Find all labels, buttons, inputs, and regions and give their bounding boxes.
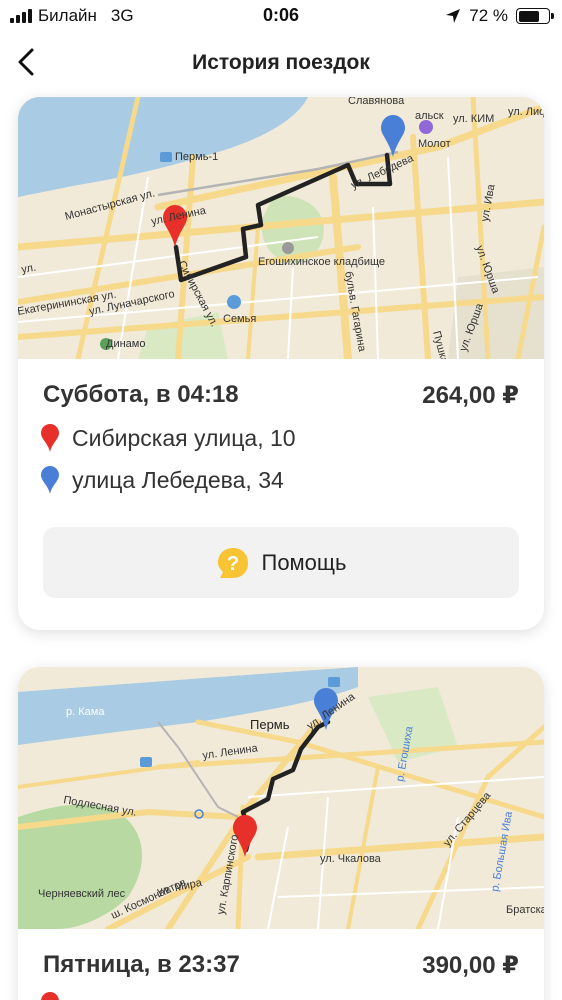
trip-from-address: Сибирская улица, 10 <box>40 423 296 453</box>
trip-card[interactable]: Славянова альск ул. КИМ Молот ул. Лифа П… <box>18 97 544 630</box>
trip-price: 264,00 ₽ <box>422 382 519 409</box>
from-address-text: Сибирская улица, 10 <box>72 424 296 451</box>
map-label: ул. КИМ <box>453 113 494 125</box>
map-label: Пермь-1 <box>175 151 218 163</box>
map-label: ул. Чкалова <box>320 853 382 865</box>
help-question-icon: ? <box>217 547 248 578</box>
map-label: альск <box>415 110 444 122</box>
map-label: ул. Лифа <box>508 106 544 118</box>
start-pin-icon <box>41 424 59 452</box>
trip-card[interactable]: р. Кама Пермь ул. Ленина ул. Ленина Подл… <box>18 667 544 1000</box>
map-label: Молот <box>418 138 451 150</box>
navigation-bar: История поездок <box>0 38 562 88</box>
map-label: ул. <box>20 262 37 276</box>
trip-price: 390,00 ₽ <box>422 952 519 979</box>
map-label: Славянова <box>348 97 405 107</box>
trip-from-address <box>40 991 60 1000</box>
help-button[interactable]: ? Помощь <box>43 527 519 598</box>
battery-percent: 72 % <box>469 6 508 25</box>
map-label: Семья <box>223 313 256 325</box>
to-address-text: улица Лебедева, 34 <box>72 466 284 493</box>
trip-to-address: улица Лебедева, 34 <box>40 465 284 495</box>
battery-icon <box>516 8 554 24</box>
map-label: Черняевский лес <box>38 888 126 900</box>
trip-map[interactable]: р. Кама Пермь ул. Ленина ул. Ленина Подл… <box>18 667 544 929</box>
station-poi-icon <box>328 677 340 687</box>
map-label: Динамо <box>106 338 145 350</box>
map-label: р. Кама <box>66 706 105 718</box>
semya-poi-icon <box>227 295 241 309</box>
status-bar: Билайн 3G 0:06 72 % <box>0 0 562 32</box>
status-right: 72 % <box>445 6 554 26</box>
location-arrow-icon <box>446 9 461 23</box>
trip-date: Пятница, в 23:37 <box>43 951 240 978</box>
cemetery-poi-icon <box>282 242 294 254</box>
map-canvas: р. Кама Пермь ул. Ленина ул. Ленина Подл… <box>18 667 544 929</box>
station-poi-icon <box>140 757 152 767</box>
trip-header: Пятница, в 23:37 390,00 ₽ <box>43 951 519 983</box>
trip-header: Суббота, в 04:18 264,00 ₽ <box>43 381 519 413</box>
map-label: Егошихинское кладбище <box>258 256 385 268</box>
station-poi-icon <box>160 152 172 162</box>
trip-date: Суббота, в 04:18 <box>43 381 239 408</box>
svg-text:?: ? <box>226 553 238 575</box>
end-pin-icon <box>41 466 59 494</box>
map-label: Братска <box>506 904 544 916</box>
map-label: Пермь <box>250 717 290 732</box>
trip-map[interactable]: Славянова альск ул. КИМ Молот ул. Лифа П… <box>18 97 544 359</box>
battery-fill <box>518 10 540 22</box>
help-button-label: Помощь <box>261 549 347 575</box>
map-canvas: Славянова альск ул. КИМ Молот ул. Лифа П… <box>18 97 544 359</box>
page-title: История поездок <box>192 51 370 74</box>
start-pin-icon <box>41 992 59 1000</box>
molot-poi-icon <box>419 120 433 134</box>
